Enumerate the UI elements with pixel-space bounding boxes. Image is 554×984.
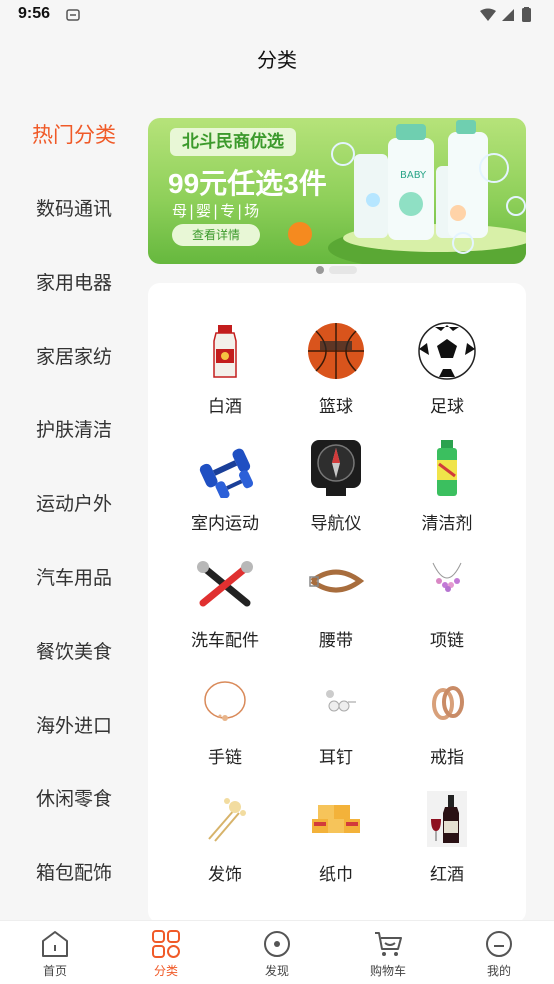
- sidebar-item-outdoor[interactable]: 运动户外: [0, 484, 148, 524]
- category-item-earring[interactable]: 耳钉: [281, 672, 391, 772]
- compass-icon: [311, 440, 361, 496]
- category-label: 篮球: [319, 397, 353, 417]
- sidebar-item-skincare[interactable]: 护肤清洁: [0, 410, 148, 450]
- category-label: 手链: [208, 748, 242, 768]
- pagination-dot: [316, 266, 324, 274]
- system-status-icons: [480, 7, 531, 22]
- banner-subtitle: 母|婴|专|场: [172, 202, 262, 220]
- bottle-label: BABY: [400, 170, 427, 181]
- wine-icon: [427, 791, 467, 847]
- ring-icon: [432, 686, 464, 720]
- sidebar-item-bags[interactable]: 箱包配饰: [0, 853, 148, 893]
- tab-label: 我的: [486, 964, 511, 978]
- cart-icon: [375, 932, 402, 956]
- banner-pagination: [315, 264, 359, 276]
- banner-tag: 北斗民商优选: [170, 128, 296, 156]
- banner-detail-button[interactable]: 查看详情: [172, 224, 260, 246]
- category-label: 导航仪: [310, 514, 362, 534]
- category-label: 室内运动: [191, 514, 259, 534]
- sidebar-item-snacks[interactable]: 休闲零食: [0, 779, 148, 819]
- earring-icon: [326, 690, 356, 712]
- category-item-hair-accessory[interactable]: 发饰: [170, 789, 280, 889]
- dumbbell-icon: [199, 448, 254, 498]
- tab-cart[interactable]: 购物车: [333, 921, 443, 984]
- baby-products-illustration: BABY: [288, 120, 526, 264]
- belt-icon: [309, 569, 365, 593]
- category-label: 白酒: [208, 397, 242, 417]
- category-item-navigator[interactable]: 导航仪: [281, 438, 391, 538]
- baijiu-icon: [213, 325, 237, 378]
- page-title: 分类: [257, 48, 297, 72]
- home-icon: [42, 931, 68, 957]
- category-item-cleaner[interactable]: 清洁剂: [392, 438, 502, 538]
- sidebar-item-import[interactable]: 海外进口: [0, 706, 148, 746]
- wrench-icon: [197, 561, 253, 607]
- profile-icon: [486, 931, 512, 957]
- tab-discover[interactable]: 发现: [222, 921, 332, 984]
- category-label: 耳钉: [319, 748, 353, 768]
- category-item-football[interactable]: 足球: [392, 321, 502, 421]
- category-label: 纸巾: [319, 865, 353, 885]
- pagination-dot: [329, 266, 357, 274]
- category-label: 清洁剂: [421, 514, 473, 534]
- category-item-ring[interactable]: 戒指: [392, 672, 502, 772]
- sidebar-item-digital[interactable]: 数码通讯: [0, 189, 148, 229]
- category-item-red-wine[interactable]: 红酒: [392, 789, 502, 889]
- bracelet-icon: [204, 681, 246, 721]
- sidebar-item-auto[interactable]: 汽车用品: [0, 558, 148, 598]
- category-item-belt[interactable]: 腰带: [281, 555, 391, 655]
- football-icon: [418, 322, 476, 380]
- tab-label: 分类: [153, 964, 178, 978]
- category-label: 发饰: [208, 865, 242, 885]
- category-item-basketball[interactable]: 篮球: [281, 321, 391, 421]
- promo-banner[interactable]: 北斗民商优选 99元任选3件 母|婴|专|场 查看详情 BABY: [148, 118, 526, 264]
- category-item-bracelet[interactable]: 手链: [170, 672, 280, 772]
- category-label: 洗车配件: [191, 631, 259, 651]
- category-sidebar: 热门分类 数码通讯 家用电器 家居家纺 护肤清洁 运动户外 汽车用品 餐饮美食 …: [0, 98, 148, 920]
- notification-icon: [66, 9, 80, 21]
- category-item-indoor-sports[interactable]: 室内运动: [170, 438, 280, 538]
- necklace-icon: [432, 562, 462, 592]
- spray-icon: [437, 440, 457, 496]
- sidebar-item-appliances[interactable]: 家用电器: [0, 263, 148, 303]
- category-item-baijiu[interactable]: 白酒: [170, 321, 280, 421]
- basketball-icon: [308, 323, 364, 379]
- tab-label: 购物车: [369, 964, 406, 978]
- status-bar: 9:56: [0, 0, 554, 32]
- tissue-icon: [312, 805, 360, 833]
- tab-label: 首页: [42, 964, 67, 978]
- sidebar-item-home-textile[interactable]: 家居家纺: [0, 337, 148, 377]
- tab-label: 发现: [264, 964, 289, 978]
- hairpin-icon: [208, 798, 246, 842]
- discover-icon: [264, 931, 290, 957]
- bottom-tab-bar: 首页 分类 发现 购物车 我的: [0, 920, 554, 984]
- category-label: 足球: [430, 397, 464, 417]
- category-item-tissue[interactable]: 纸巾: [281, 789, 391, 889]
- tab-category[interactable]: 分类: [111, 921, 221, 984]
- category-item-carwash[interactable]: 洗车配件: [170, 555, 280, 655]
- tab-home[interactable]: 首页: [0, 921, 110, 984]
- category-item-necklace[interactable]: 项链: [392, 555, 502, 655]
- category-label: 戒指: [430, 748, 464, 768]
- tab-profile[interactable]: 我的: [444, 921, 554, 984]
- status-time: 9:56: [18, 5, 51, 22]
- category-label: 项链: [430, 631, 464, 651]
- category-grid: 白酒 篮球 足球 室内运动 导航仪 清洁剂 洗车配件 腰带 项链 手链 耳钉 戒…: [148, 283, 526, 923]
- category-icon: [152, 930, 180, 958]
- category-label: 腰带: [319, 631, 353, 651]
- category-label: 红酒: [430, 865, 464, 885]
- sidebar-item-hot[interactable]: 热门分类: [0, 115, 148, 155]
- sidebar-item-food[interactable]: 餐饮美食: [0, 632, 148, 672]
- header: 分类: [0, 32, 554, 84]
